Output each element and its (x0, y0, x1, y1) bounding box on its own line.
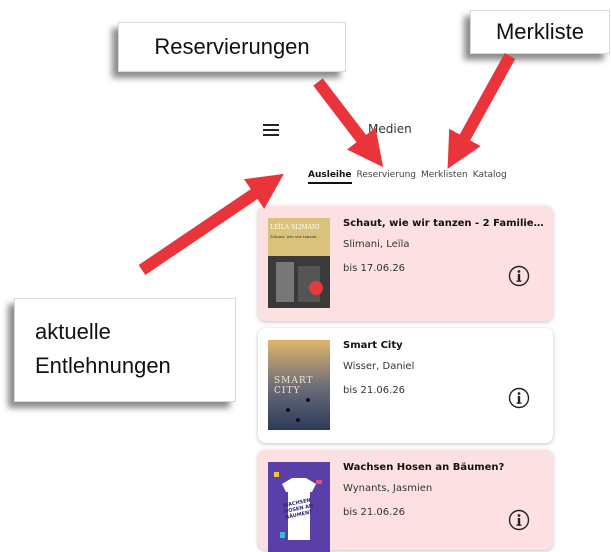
loan-author: Slimani, Leïla (343, 239, 410, 250)
loan-author: Wynants, Jasmien (343, 483, 433, 494)
loan-due-date: bis 17.06.26 (343, 263, 406, 274)
callout-merkliste: Merkliste (470, 10, 610, 54)
cover-subtitle-text: Schaut, wie wir tanzen (270, 234, 317, 239)
loan-card[interactable]: SMART CITY Smart City Wisser, Daniel bis… (258, 328, 553, 443)
book-cover: LEÏLA SLIMANI Schaut, wie wir tanzen (268, 218, 330, 308)
page-title: Medien (368, 122, 412, 136)
loan-card[interactable]: WACHSEN HOSEN AN BÄUMEN? Wachsen Hosen a… (258, 450, 553, 552)
info-icon[interactable] (508, 509, 530, 531)
cover-author-text: LEÏLA SLIMANI (270, 224, 320, 231)
callout-aktuelle-entlehnungen: aktuelle Entlehnungen (14, 298, 236, 402)
tab-ausleihe[interactable]: Ausleihe (308, 170, 352, 184)
callout-aktuelle-line2: Entlehnungen (35, 353, 171, 378)
loan-due-date: bis 21.06.26 (343, 507, 406, 518)
tab-merklisten[interactable]: Merklisten (421, 170, 468, 184)
loan-author: Wisser, Daniel (343, 361, 415, 372)
tab-katalog[interactable]: Katalog (473, 170, 507, 184)
loan-title[interactable]: Smart City (343, 340, 548, 351)
loan-title[interactable]: Wachsen Hosen an Bäumen? (343, 462, 548, 473)
info-icon[interactable] (508, 387, 530, 409)
hamburger-icon[interactable] (263, 124, 279, 136)
loan-due-date: bis 21.06.26 (343, 385, 406, 396)
tab-bar: Ausleihe Reservierung Merklisten Katalog (308, 170, 507, 184)
book-cover: SMART CITY (268, 340, 330, 430)
loan-title[interactable]: Schaut, wie wir tanzen - 2 Familient... (343, 218, 548, 229)
arrow-to-ausleihe (138, 173, 284, 275)
app-header: Medien (258, 118, 554, 144)
loan-card[interactable]: LEÏLA SLIMANI Schaut, wie wir tanzen Sch… (258, 206, 553, 321)
callout-merkliste-text: Merkliste (495, 19, 584, 44)
tab-reservierung[interactable]: Reservierung (357, 170, 417, 184)
callout-reservierungen-text: Reservierungen (154, 34, 310, 59)
callout-reservierungen: Reservierungen (118, 22, 346, 72)
book-cover: WACHSEN HOSEN AN BÄUMEN? (268, 462, 330, 552)
cover-title-text: SMART CITY (274, 376, 314, 396)
callout-aktuelle-line1: aktuelle (35, 319, 111, 344)
info-icon[interactable] (508, 265, 530, 287)
